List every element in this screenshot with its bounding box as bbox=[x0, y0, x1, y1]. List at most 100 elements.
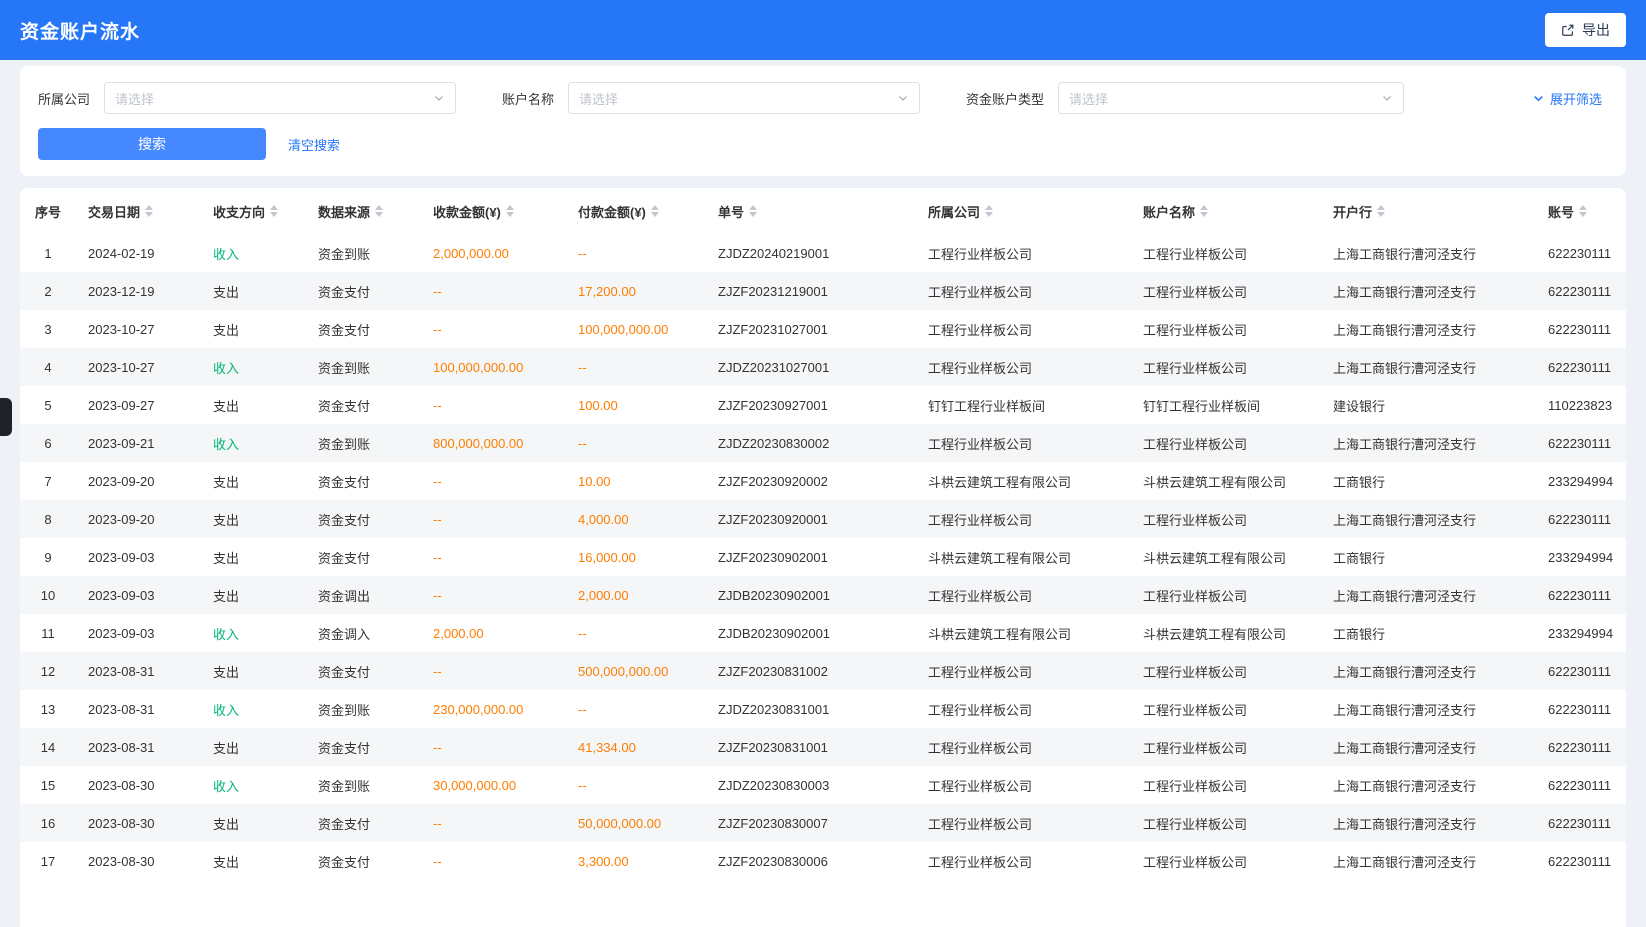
export-button[interactable]: 导出 bbox=[1545, 13, 1626, 47]
cell-receive: 230,000,000.00 bbox=[421, 690, 566, 728]
table-row[interactable]: 62023-09-21收入资金到账800,000,000.00--ZJDZ202… bbox=[20, 424, 1626, 462]
table-row[interactable]: 152023-08-30收入资金到账30,000,000.00--ZJDZ202… bbox=[20, 766, 1626, 804]
cell-bank: 上海工商银行漕河泾支行 bbox=[1321, 728, 1536, 766]
sort-icon[interactable] bbox=[1200, 205, 1208, 217]
cell-bank: 上海工商银行漕河泾支行 bbox=[1321, 310, 1536, 348]
column-header-8[interactable]: 所属公司 bbox=[916, 188, 1131, 234]
column-header-11[interactable]: 账号 bbox=[1536, 188, 1626, 234]
clear-search-link[interactable]: 清空搜索 bbox=[288, 135, 340, 154]
cell-receive: 800,000,000.00 bbox=[421, 424, 566, 462]
cell-company: 工程行业样板公司 bbox=[916, 310, 1131, 348]
table-row[interactable]: 92023-09-03支出资金支付--16,000.00ZJZF20230902… bbox=[20, 538, 1626, 576]
column-header-4[interactable]: 数据来源 bbox=[306, 188, 421, 234]
column-header-3[interactable]: 收支方向 bbox=[201, 188, 306, 234]
sort-icon[interactable] bbox=[1579, 205, 1587, 217]
cell-account: 斗栱云建筑工程有限公司 bbox=[1131, 462, 1321, 500]
table-row[interactable]: 52023-09-27支出资金支付--100.00ZJZF20230927001… bbox=[20, 386, 1626, 424]
account-type-select[interactable]: 请选择 bbox=[1058, 82, 1404, 114]
table-row[interactable]: 132023-08-31收入资金到账230,000,000.00--ZJDZ20… bbox=[20, 690, 1626, 728]
account-name-select[interactable]: 请选择 bbox=[568, 82, 920, 114]
cell-direction: 收入 bbox=[201, 614, 306, 652]
table-row[interactable]: 162023-08-30支出资金支付--50,000,000.00ZJZF202… bbox=[20, 804, 1626, 842]
table-row[interactable]: 72023-09-20支出资金支付--10.00ZJZF20230920002斗… bbox=[20, 462, 1626, 500]
cell-account_no: 622230111 bbox=[1536, 272, 1626, 310]
cell-receive: 2,000,000.00 bbox=[421, 234, 566, 272]
sort-icon[interactable] bbox=[985, 205, 993, 217]
company-select-placeholder: 请选择 bbox=[115, 89, 154, 108]
cell-bank: 上海工商银行漕河泾支行 bbox=[1321, 234, 1536, 272]
cell-account_no: 622230111 bbox=[1536, 842, 1626, 880]
column-header-7[interactable]: 单号 bbox=[706, 188, 916, 234]
account-type-select-placeholder: 请选择 bbox=[1069, 89, 1108, 108]
column-label: 开户行 bbox=[1333, 205, 1372, 220]
cell-order_no: ZJDZ20240219001 bbox=[706, 234, 916, 272]
column-header-6[interactable]: 付款金额(¥) bbox=[566, 188, 706, 234]
column-header-1: 序号 bbox=[20, 188, 76, 234]
cell-account_no: 622230111 bbox=[1536, 348, 1626, 386]
cell-account: 工程行业样板公司 bbox=[1131, 766, 1321, 804]
cell-date: 2023-09-03 bbox=[76, 538, 201, 576]
cell-receive: -- bbox=[421, 310, 566, 348]
column-header-9[interactable]: 账户名称 bbox=[1131, 188, 1321, 234]
column-header-2[interactable]: 交易日期 bbox=[76, 188, 201, 234]
chevron-down-icon bbox=[897, 92, 909, 104]
cell-bank: 上海工商银行漕河泾支行 bbox=[1321, 766, 1536, 804]
company-select[interactable]: 请选择 bbox=[104, 82, 456, 114]
table-row[interactable]: 12024-02-19收入资金到账2,000,000.00--ZJDZ20240… bbox=[20, 234, 1626, 272]
cell-no: 10 bbox=[20, 576, 76, 614]
table-row[interactable]: 42023-10-27收入资金到账100,000,000.00--ZJDZ202… bbox=[20, 348, 1626, 386]
sort-icon[interactable] bbox=[506, 205, 514, 217]
cell-account: 斗栱云建筑工程有限公司 bbox=[1131, 538, 1321, 576]
sort-icon[interactable] bbox=[270, 205, 278, 217]
cell-date: 2023-09-20 bbox=[76, 500, 201, 538]
sort-icon[interactable] bbox=[375, 205, 383, 217]
sort-icon[interactable] bbox=[749, 205, 757, 217]
cell-account: 工程行业样板公司 bbox=[1131, 348, 1321, 386]
export-label: 导出 bbox=[1582, 20, 1610, 40]
table-row[interactable]: 142023-08-31支出资金支付--41,334.00ZJZF2023083… bbox=[20, 728, 1626, 766]
table-row[interactable]: 122023-08-31支出资金支付--500,000,000.00ZJZF20… bbox=[20, 652, 1626, 690]
cell-account: 工程行业样板公司 bbox=[1131, 842, 1321, 880]
sort-icon[interactable] bbox=[651, 205, 659, 217]
page-title: 资金账户流水 bbox=[20, 17, 140, 44]
cell-bank: 上海工商银行漕河泾支行 bbox=[1321, 576, 1536, 614]
cell-date: 2023-10-27 bbox=[76, 310, 201, 348]
cell-source: 资金支付 bbox=[306, 538, 421, 576]
chevron-down-icon bbox=[1532, 92, 1545, 105]
cell-pay: -- bbox=[566, 614, 706, 652]
cell-order_no: ZJZF20231027001 bbox=[706, 310, 916, 348]
table-row[interactable]: 82023-09-20支出资金支付--4,000.00ZJZF202309200… bbox=[20, 500, 1626, 538]
cell-bank: 上海工商银行漕河泾支行 bbox=[1321, 424, 1536, 462]
column-label: 付款金额(¥) bbox=[578, 205, 646, 220]
cell-order_no: ZJZF20230831002 bbox=[706, 652, 916, 690]
column-header-10[interactable]: 开户行 bbox=[1321, 188, 1536, 234]
cell-account: 工程行业样板公司 bbox=[1131, 234, 1321, 272]
cell-no: 2 bbox=[20, 272, 76, 310]
expand-filters-link[interactable]: 展开筛选 bbox=[1532, 89, 1602, 108]
cell-no: 5 bbox=[20, 386, 76, 424]
cell-date: 2023-08-30 bbox=[76, 804, 201, 842]
cell-direction: 支出 bbox=[201, 462, 306, 500]
side-drawer-handle[interactable] bbox=[0, 398, 12, 436]
table-row[interactable]: 32023-10-27支出资金支付--100,000,000.00ZJZF202… bbox=[20, 310, 1626, 348]
cell-bank: 上海工商银行漕河泾支行 bbox=[1321, 804, 1536, 842]
account-name-select-placeholder: 请选择 bbox=[579, 89, 618, 108]
table-row[interactable]: 22023-12-19支出资金支付--17,200.00ZJZF20231219… bbox=[20, 272, 1626, 310]
filter-group-company: 所属公司 请选择 bbox=[38, 82, 456, 114]
cell-company: 工程行业样板公司 bbox=[916, 424, 1131, 462]
sort-icon[interactable] bbox=[1377, 205, 1385, 217]
sort-icon[interactable] bbox=[145, 205, 153, 217]
cell-no: 4 bbox=[20, 348, 76, 386]
table-row[interactable]: 112023-09-03收入资金调入2,000.00--ZJDB20230902… bbox=[20, 614, 1626, 652]
search-button[interactable]: 搜索 bbox=[38, 128, 266, 160]
table-row[interactable]: 102023-09-03支出资金调出--2,000.00ZJDB20230902… bbox=[20, 576, 1626, 614]
cell-company: 工程行业样板公司 bbox=[916, 234, 1131, 272]
table-row[interactable]: 172023-08-30支出资金支付--3,300.00ZJZF20230830… bbox=[20, 842, 1626, 880]
column-label: 单号 bbox=[718, 205, 744, 220]
cell-no: 3 bbox=[20, 310, 76, 348]
column-header-5[interactable]: 收款金额(¥) bbox=[421, 188, 566, 234]
chevron-down-icon bbox=[1381, 92, 1393, 104]
cell-order_no: ZJDB20230902001 bbox=[706, 614, 916, 652]
cell-pay: 3,300.00 bbox=[566, 842, 706, 880]
cell-date: 2023-08-30 bbox=[76, 766, 201, 804]
